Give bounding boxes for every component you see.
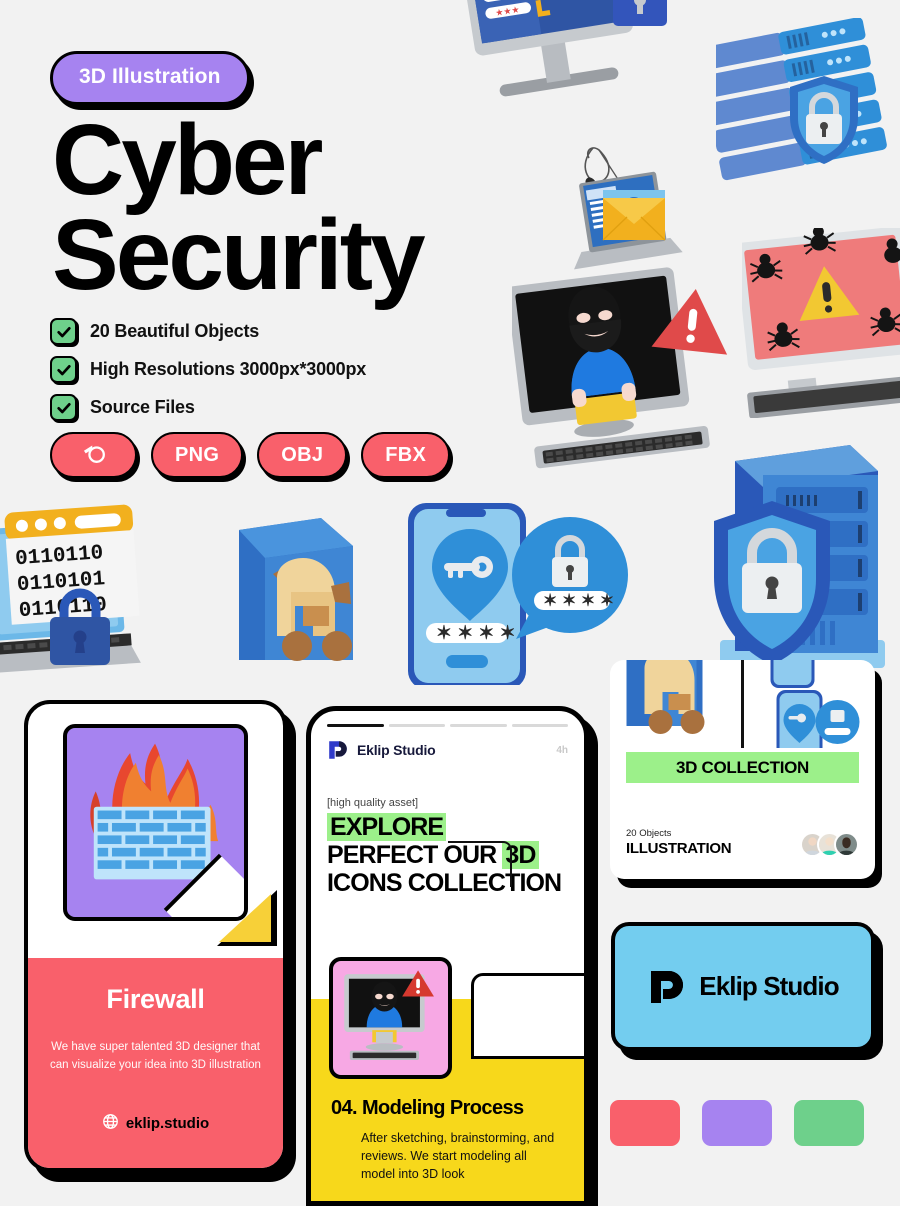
art-trojan-horse — [239, 518, 353, 661]
avatar[interactable] — [834, 832, 859, 857]
format-badge-blender[interactable] — [50, 432, 137, 478]
collection-footer: 20 Objects ILLUSTRATION — [626, 828, 859, 857]
phone-thumbnail-hacker[interactable] — [329, 957, 452, 1079]
art-server-tower-shield-lock — [714, 445, 885, 668]
phone-brand-name: Eklip Studio — [357, 742, 436, 758]
swatch-purple[interactable] — [702, 1100, 772, 1146]
art-phishing-email-laptop-hook — [574, 147, 683, 270]
format-badge-obj[interactable]: OBJ — [257, 432, 348, 478]
swatch-red[interactable] — [610, 1100, 680, 1146]
check-icon — [50, 318, 77, 345]
swatch-green[interactable] — [794, 1100, 864, 1146]
firewall-title: Firewall — [106, 984, 205, 1014]
collection-image-left — [610, 660, 741, 748]
collection-category: ILLUSTRATION — [626, 840, 732, 857]
phone-step-description: After sketching, brainstorming, and revi… — [361, 1131, 555, 1182]
art-bug-infested-monitor-warning — [742, 228, 900, 418]
avatar-group[interactable] — [800, 832, 859, 857]
svg-text:✶ ✶ ✶ ✶: ✶ ✶ ✶ ✶ — [436, 623, 516, 644]
feature-label: High Resolutions 3000px*3000px — [90, 359, 367, 379]
category-badge: 3D Illustration — [50, 51, 250, 105]
hero-section: 3D Illustration Cyber Security 20 Beauti… — [0, 0, 900, 700]
art-monitor-fingerprint-login-lock: ★★★★ ★★★ — [457, 0, 667, 97]
story-bar-1[interactable] — [327, 724, 384, 727]
firewall-description: We have super talented 3D designer that … — [50, 1041, 261, 1071]
collection-card[interactable]: 3D COLLECTION 20 Objects ILLUSTRATION — [610, 660, 875, 879]
feature-label: 20 Beautiful Objects — [90, 321, 260, 341]
check-icon — [50, 394, 77, 421]
phone-kicker: [high quality asset] — [327, 797, 419, 809]
feature-item: 20 Beautiful Objects — [50, 318, 366, 345]
eklip-logo-icon — [647, 967, 687, 1007]
svg-text:✶ ✶ ✶ ✶: ✶ ✶ ✶ ✶ — [543, 591, 614, 610]
story-bar-4[interactable] — [511, 724, 568, 727]
eklip-logo-icon — [327, 739, 349, 761]
collection-banner: 3D COLLECTION — [626, 752, 859, 783]
format-badge-list: PNG OBJ FBX — [50, 432, 451, 478]
blender-icon — [80, 438, 108, 472]
firewall-website-link[interactable]: eklip.studio — [28, 1113, 283, 1134]
globe-icon — [102, 1113, 119, 1134]
feature-label: Source Files — [90, 397, 195, 417]
collection-objects-count: 20 Objects — [626, 828, 672, 839]
firewall-card[interactable]: Firewall We have super talented 3D desig… — [24, 700, 287, 1172]
studio-brand-card[interactable]: Eklip Studio — [611, 922, 875, 1051]
format-badge-png[interactable]: PNG — [151, 432, 244, 478]
mockup-strip: Firewall We have super talented 3D desig… — [0, 660, 900, 1206]
format-badge-fbx[interactable]: FBX — [361, 432, 451, 478]
feature-list: 20 Beautiful Objects High Resolutions 30… — [50, 318, 366, 432]
phone-secondary-card — [471, 973, 584, 1059]
color-swatch-row — [610, 1100, 864, 1146]
collection-images — [610, 660, 875, 748]
studio-name: Eklip Studio — [699, 971, 839, 1001]
check-icon — [50, 356, 77, 383]
phone-step-title: 04. Modeling Process — [331, 1097, 524, 1119]
story-timestamp: 4h — [556, 744, 568, 756]
page-title: Cyber Security — [52, 110, 426, 311]
story-progress-bars[interactable] — [311, 711, 584, 727]
feature-item: High Resolutions 3000px*3000px — [50, 356, 366, 383]
headline-connector-line — [448, 841, 512, 887]
feature-item: Source Files — [50, 394, 366, 421]
headline-icons: ICONS COLLECTION — [327, 869, 562, 897]
collection-image-right — [744, 660, 875, 748]
title-line-2: Security — [52, 199, 426, 311]
story-bar-2[interactable] — [388, 724, 445, 727]
phone-header: Eklip Studio 4h — [311, 727, 584, 761]
art-phone-key-pin-password: ✶ ✶ ✶ ✶ ✶ ✶ ✶ ✶ — [408, 503, 628, 685]
headline-explore: EXPLORE — [327, 813, 447, 841]
story-bar-3[interactable] — [450, 724, 507, 727]
art-binary-laptop-lock: 0110110 0110101 0110110 — [0, 504, 141, 675]
firewall-url-text: eklip.studio — [125, 1115, 210, 1132]
phone-mockup[interactable]: Eklip Studio 4h [high quality asset] EXP… — [306, 706, 589, 1206]
art-server-stack-shield-lock — [716, 18, 887, 181]
